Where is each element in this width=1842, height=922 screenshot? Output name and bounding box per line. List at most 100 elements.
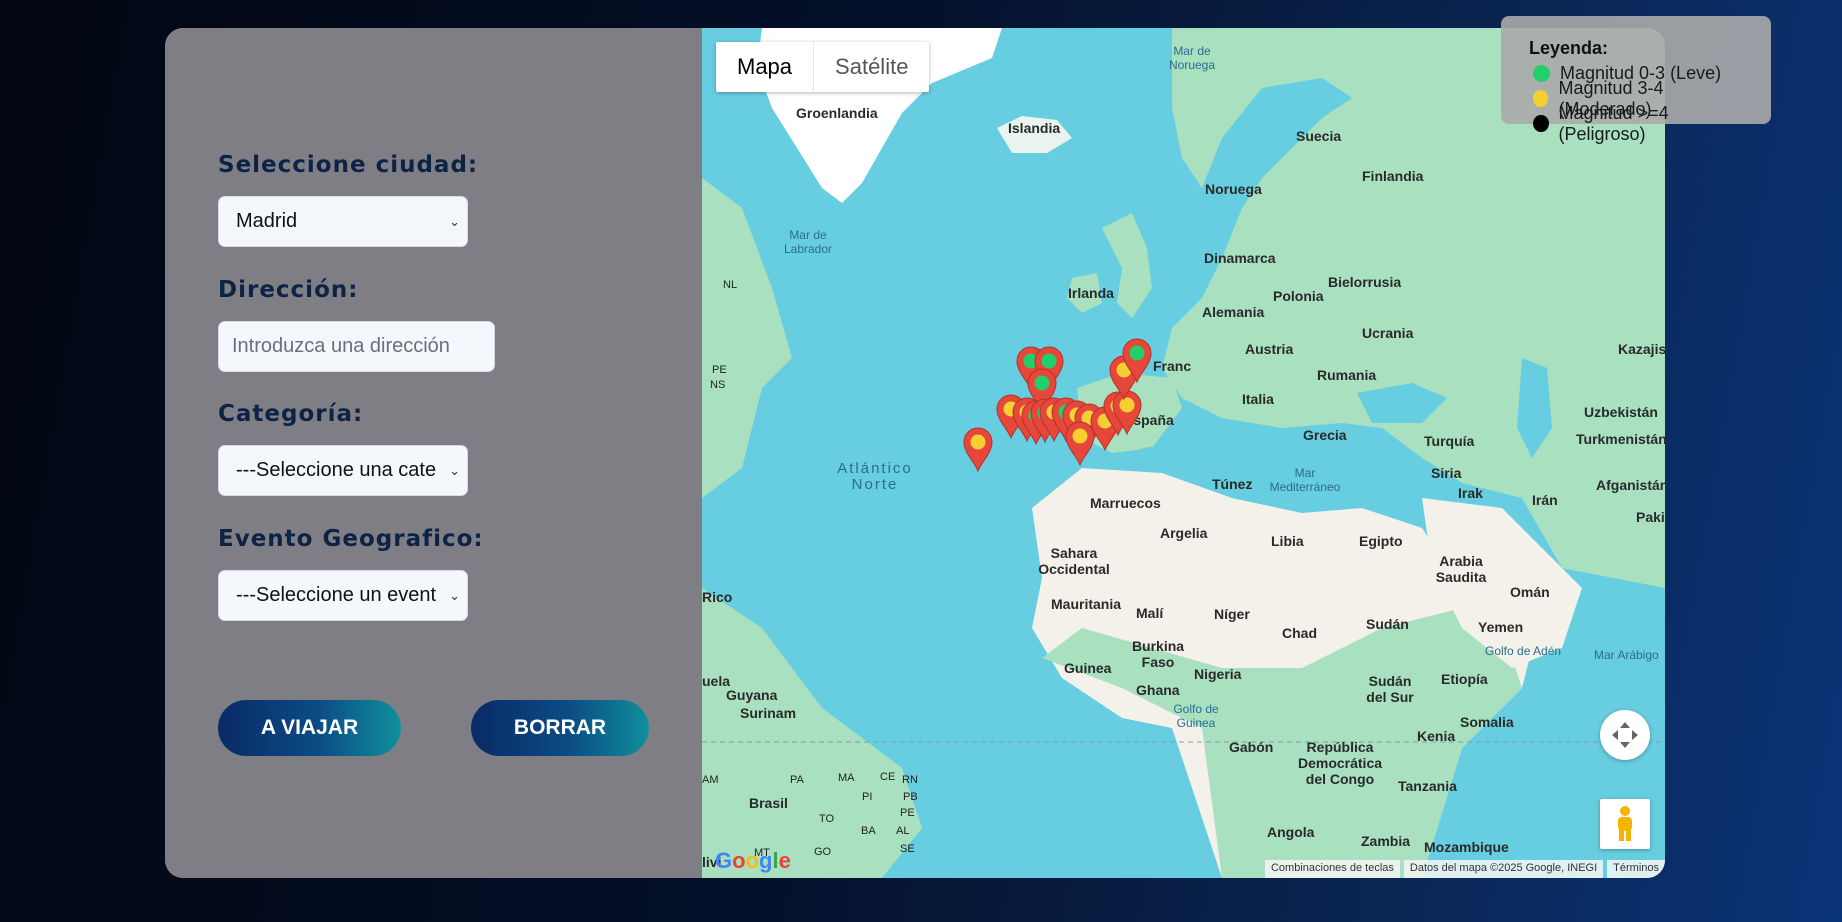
legend: Leyenda: Magnitud 0-3 (Leve) Magnitud 3-4… — [1501, 16, 1771, 144]
map-label-zambia: Zambia — [1361, 833, 1411, 849]
map-label-turquia: Turquía — [1424, 433, 1475, 449]
event-select[interactable]: ---Seleccione un event ⌄ — [218, 570, 468, 621]
map-label-ba: BA — [861, 825, 876, 837]
map-label-mar-labrador: Mar de Labrador — [783, 228, 833, 256]
map-label-groenlandia: Groenlandia — [796, 105, 878, 121]
map-label-libia: Libia — [1271, 533, 1304, 549]
map-label-rn: RN — [902, 774, 918, 786]
map-label-brasil: Brasil — [749, 795, 788, 811]
map-label-islandia: Islandia — [1008, 120, 1061, 136]
map-label-pa: PA — [790, 774, 804, 786]
map-label-to: TO — [819, 813, 835, 825]
map-label-francia: Franc — [1153, 358, 1192, 374]
map-label-nigeria: Nigeria — [1194, 666, 1242, 682]
legend-dot-icon — [1533, 65, 1550, 82]
map-label-guinea: Guinea — [1064, 660, 1112, 676]
map-label-argelia: Argelia — [1160, 525, 1208, 541]
map-type-map-button[interactable]: Mapa — [716, 42, 815, 92]
map-label-se: SE — [900, 843, 915, 855]
map-label-mar-arabigo: Mar Arábigo — [1594, 648, 1659, 662]
map-label-marruecos: Marruecos — [1090, 495, 1161, 511]
map-label-kenia: Kenia — [1417, 728, 1456, 744]
terms-link[interactable]: Términos — [1607, 860, 1665, 878]
category-select[interactable]: ---Seleccione una cate ⌄ — [218, 445, 468, 496]
map-label-rdc: República Democrática del Congo — [1297, 739, 1383, 787]
earthquake-marker-moderado[interactable] — [1062, 419, 1098, 467]
city-select-value: Madrid — [236, 210, 298, 232]
address-label: Dirección: — [218, 277, 359, 303]
map-land-shapes — [702, 28, 1665, 878]
address-input[interactable]: Introduzca una dirección — [218, 321, 495, 372]
chevron-down-icon: ⌄ — [449, 588, 460, 603]
map-label-alemania: Alemania — [1202, 304, 1265, 320]
map-label-egipto: Egipto — [1359, 533, 1403, 549]
map-label-tanzania: Tanzania — [1398, 778, 1457, 794]
category-select-value: ---Seleccione una cate — [236, 459, 437, 481]
map-label-guyana: Guyana — [726, 687, 778, 703]
map-label-somalia: Somalia — [1460, 714, 1514, 730]
legend-dot-icon — [1533, 115, 1549, 132]
city-select[interactable]: Madrid ⌄ — [218, 196, 468, 247]
legend-item: Magnitud >=4 (Peligroso) — [1529, 103, 1743, 144]
move-arrows-icon — [1612, 722, 1638, 748]
map-label-mozambique: Mozambique — [1424, 839, 1509, 855]
map-label-ma: MA — [838, 772, 855, 784]
map-label-afganistan: Afganistán — [1596, 477, 1665, 493]
map-label-gabon: Gabón — [1229, 739, 1274, 755]
search-form-panel: Seleccione ciudad: Madrid ⌄ Dirección: I… — [165, 28, 702, 878]
camera-control-button[interactable] — [1600, 710, 1650, 760]
map-label-pi: PI — [862, 791, 873, 803]
pegman-icon — [1618, 806, 1632, 841]
clear-button[interactable]: BORRAR — [471, 700, 649, 756]
map-label-am: AM — [702, 774, 719, 786]
map-label-noruega: Noruega — [1205, 181, 1262, 197]
map-label-austria: Austria — [1245, 341, 1294, 357]
map-label-irak: Irak — [1458, 485, 1483, 501]
address-placeholder: Introduzca una dirección — [232, 335, 450, 357]
map-attribution: Combinaciones de teclas Datos del mapa ©… — [1261, 860, 1665, 878]
map-label-mali: Malí — [1136, 605, 1164, 621]
map-label-sudan-sur: Sudán del Sur — [1366, 673, 1414, 705]
legend-dot-icon — [1533, 90, 1549, 107]
map-label-nl: NL — [723, 279, 738, 291]
map-label-iran: Irán — [1532, 492, 1558, 508]
legend-item-label: Magnitud >=4 (Peligroso) — [1558, 102, 1669, 144]
earthquake-marker-leve[interactable] — [1119, 336, 1155, 384]
travel-button[interactable]: A VIAJAR — [218, 700, 401, 756]
legend-title: Leyenda: — [1529, 38, 1609, 58]
map-label-bielorrusia: Bielorrusia — [1328, 274, 1402, 290]
keyboard-shortcuts-link[interactable]: Combinaciones de teclas — [1264, 860, 1400, 878]
map-label-grecia: Grecia — [1303, 427, 1347, 443]
map-label-golfo-aden: Golfo de Adén — [1485, 644, 1562, 658]
map-label-tunez: Túnez — [1212, 476, 1253, 492]
map-label-mar-mediterraneo: Mar Mediterráneo — [1269, 466, 1341, 494]
map-label-finlandia: Finlandia — [1362, 168, 1424, 184]
map-label-sahara: Sahara Occidental — [1038, 545, 1110, 577]
earthquake-marker-moderado[interactable] — [960, 425, 996, 473]
map-label-ce: CE — [880, 771, 896, 783]
map-label-yemen: Yemen — [1478, 619, 1524, 635]
map-label-arabia: Arabia Saudita — [1435, 553, 1487, 585]
category-label: Categoría: — [218, 401, 364, 427]
map-label-dinamarca: Dinamarca — [1204, 250, 1276, 266]
legend-list: Magnitud 0-3 (Leve) Magnitud 3-4 (Moderad… — [1529, 61, 1743, 144]
map-label-sudan: Sudán — [1366, 616, 1409, 632]
map-label-siria: Siria — [1431, 465, 1462, 481]
map[interactable]: Groenlandia Islandia Mar de Noruega Suec… — [702, 28, 1665, 878]
map-label-al: AL — [896, 825, 910, 837]
map-label-ghana: Ghana — [1136, 682, 1180, 698]
event-label: Evento Geografico: — [218, 526, 484, 552]
street-view-pegman-button[interactable] — [1600, 799, 1650, 849]
google-logo: Google — [715, 848, 791, 873]
chevron-down-icon: ⌄ — [449, 463, 460, 478]
map-label-oman: Omán — [1510, 584, 1550, 600]
map-label-irlanda: Irlanda — [1068, 285, 1114, 301]
map-label-turkmenistan: Turkmenistán — [1576, 431, 1665, 447]
map-label-pe-br: PE — [900, 807, 915, 819]
map-label-kazajistan: Kazajist — [1618, 341, 1665, 357]
map-label-ucrania: Ucrania — [1362, 325, 1414, 341]
map-type-satellite-button[interactable]: Satélite — [814, 42, 929, 92]
map-type-control: Mapa Satélite — [716, 42, 930, 92]
map-label-golfo-guinea: Golfo de Guinea — [1173, 702, 1219, 730]
map-label-suecia: Suecia — [1296, 128, 1342, 144]
